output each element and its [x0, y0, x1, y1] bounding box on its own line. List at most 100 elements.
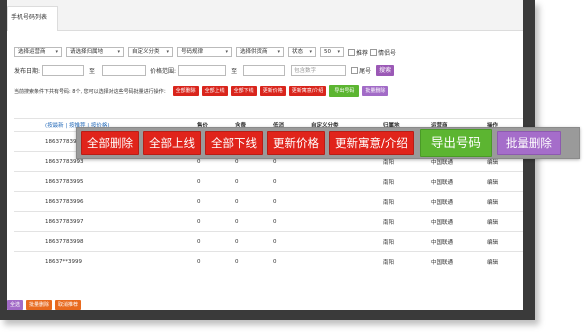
couple-checkbox[interactable] [370, 48, 378, 56]
cell-included-fee: 0 [232, 231, 270, 252]
price-min-input[interactable] [178, 65, 227, 76]
screenshot-frame: 手机号码列表 选择运营商 ▾ 请选择归属地 ▾ 自定义分类 ▾ 号码规律 ▾ 选择供货商… [0, 0, 535, 320]
operator-select[interactable]: 选择运营商 ▾ [14, 47, 62, 57]
row-checkbox-cell[interactable] [14, 151, 42, 172]
delete-all-button-small[interactable]: 全部删除 [172, 86, 199, 96]
tail-label: 尾号 [359, 68, 372, 75]
price-range-label: 价格范围: [150, 68, 177, 75]
publish-date-label: 发布日期: [14, 68, 41, 75]
chevron-down-icon: ▾ [277, 49, 280, 55]
rule-select[interactable]: 号码规律 ▾ [177, 47, 232, 57]
rule-select-value: 号码规律 [181, 49, 204, 55]
contains-digits-input[interactable]: 包含数字 [291, 65, 347, 76]
chevron-down-icon: ▾ [337, 49, 340, 55]
all-offline-button-small[interactable]: 全部下线 [230, 86, 257, 96]
bottom-actions: 全选 批量删除 取消推荐 [7, 300, 84, 310]
cell-phone-number: 18637783996 [42, 191, 194, 212]
chevron-down-icon: ▾ [309, 49, 312, 55]
page-size-value: 50 [324, 49, 331, 55]
row-checkbox-cell[interactable] [14, 211, 42, 232]
cell-edit-link[interactable]: 编辑 [484, 171, 523, 192]
region-select-value: 请选择归属地 [70, 49, 104, 55]
batch-delete-button[interactable]: 批量删除 [496, 131, 561, 155]
cell-custom-category [308, 211, 380, 232]
cell-region: 南阳 [380, 231, 428, 252]
row-checkbox-cell[interactable] [14, 231, 42, 252]
batch-delete-button-bottom[interactable]: 批量删除 [26, 300, 53, 310]
cell-operator: 中国联通 [428, 211, 484, 232]
all-online-button-small[interactable]: 全部上线 [201, 86, 228, 96]
select-all-button[interactable]: 全选 [7, 300, 24, 310]
table-row: 18637**3999 0 0 0 南阳 中国联通 编辑 [14, 251, 523, 271]
chevron-down-icon: ▾ [225, 49, 228, 55]
tail-checkbox[interactable] [351, 67, 359, 74]
update-price-button-small[interactable]: 更新价格 [259, 86, 286, 96]
cell-min-spend: 0 [270, 191, 308, 212]
date-start-input[interactable] [42, 65, 85, 76]
category-select[interactable]: 自定义分类 ▾ [128, 47, 173, 57]
cell-region: 南阳 [380, 211, 428, 232]
chevron-down-icon: ▾ [55, 49, 58, 55]
date-end-input[interactable] [102, 65, 147, 76]
cell-edit-link[interactable]: 编辑 [484, 211, 523, 232]
supplier-select[interactable]: 选择供货商 ▾ [236, 47, 284, 57]
row-checkbox-cell[interactable] [14, 251, 42, 271]
update-meaning-button[interactable]: 更新寓意/介绍 [329, 131, 414, 155]
cell-custom-category [308, 251, 380, 271]
batch-delete-button-small[interactable]: 批量删除 [362, 86, 389, 96]
filter-row: 选择运营商 ▾ 请选择归属地 ▾ 自定义分类 ▾ 号码规律 ▾ 选择供货商 ▾ 状态 ▾ 5… [14, 47, 398, 57]
row-checkbox-cell[interactable] [14, 171, 42, 192]
tab-bar: 手机号码列表 [7, 0, 523, 31]
row-checkbox-cell[interactable] [14, 191, 42, 212]
chevron-down-icon: ▾ [117, 49, 120, 55]
cancel-recommend-button[interactable]: 取消推荐 [55, 300, 82, 310]
recommend-label: 推荐 [356, 49, 369, 57]
cell-price: 0 [194, 171, 232, 192]
table-row: 18637783998 0 0 0 南阳 中国联通 编辑 [14, 231, 523, 252]
cell-phone-number: 18637783998 [42, 231, 194, 252]
couple-label: 情侣号 [378, 49, 397, 57]
export-numbers-button[interactable]: 导出号码 [419, 129, 492, 157]
cell-operator: 中国联通 [428, 191, 484, 212]
table-row: 18637783995 0 0 0 南阳 中国联通 编辑 [14, 171, 523, 192]
all-online-button[interactable]: 全部上线 [143, 131, 201, 155]
cell-region: 南阳 [380, 171, 428, 192]
cell-edit-link[interactable]: 编辑 [484, 251, 523, 271]
delete-all-button[interactable]: 全部删除 [81, 131, 139, 155]
all-offline-button[interactable]: 全部下线 [205, 131, 263, 155]
cell-region: 南阳 [380, 251, 428, 271]
price-max-input[interactable] [243, 65, 286, 76]
cell-custom-category [308, 171, 380, 192]
batch-summary: 当前搜索条件下共有号码: 8个, 您可以选择对这些号码批量进行操作： [14, 88, 169, 95]
cell-custom-category [308, 231, 380, 252]
search-button[interactable]: 搜索 [376, 65, 395, 76]
table-row: 18637783996 0 0 0 南阳 中国联通 编辑 [14, 191, 523, 212]
tab-phone-list[interactable]: 手机号码列表 [7, 6, 59, 31]
row-checkbox-cell[interactable] [14, 131, 42, 152]
page-size-select[interactable]: 50 ▾ [320, 47, 344, 57]
cell-phone-number: 18637783995 [42, 171, 194, 192]
recommend-checkbox[interactable] [348, 48, 355, 56]
cell-edit-link[interactable]: 编辑 [484, 231, 523, 252]
cell-included-fee: 0 [232, 211, 270, 232]
cell-operator: 中国联通 [428, 251, 484, 271]
cell-price: 0 [194, 251, 232, 271]
chevron-down-icon: ▾ [166, 49, 169, 55]
table-row: 18637783997 0 0 0 南阳 中国联通 编辑 [14, 211, 523, 232]
zoomed-toolbar: 全部删除 全部上线 全部下线 更新价格 更新寓意/介绍 导出号码 批量删除 [76, 127, 580, 159]
cell-min-spend: 0 [270, 251, 308, 271]
cell-price: 0 [194, 211, 232, 232]
region-select[interactable]: 请选择归属地 ▾ [66, 47, 124, 57]
cell-min-spend: 0 [270, 211, 308, 232]
cell-min-spend: 0 [270, 231, 308, 252]
cell-included-fee: 0 [232, 171, 270, 192]
update-price-button[interactable]: 更新价格 [267, 131, 325, 155]
cell-price: 0 [194, 191, 232, 212]
cell-edit-link[interactable]: 编辑 [484, 191, 523, 212]
status-select[interactable]: 状态 ▾ [288, 47, 316, 57]
cell-phone-number: 18637783997 [42, 211, 194, 232]
to-label-1: 至 [89, 68, 96, 75]
supplier-select-value: 选择供货商 [240, 49, 268, 55]
export-button-small[interactable]: 导出号码 [329, 85, 360, 97]
update-meaning-button-small[interactable]: 更新寓意/介绍 [288, 86, 327, 96]
